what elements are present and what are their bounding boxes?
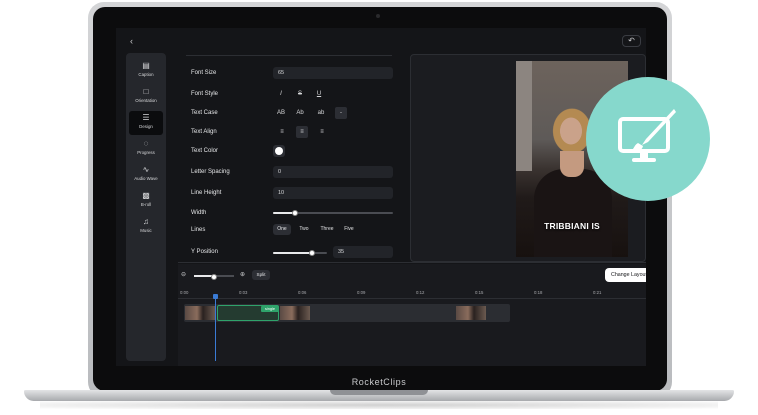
sidebar-item-label: Progress: [137, 150, 155, 155]
person-shirt: [534, 169, 612, 257]
strikethrough-icon[interactable]: S: [294, 88, 306, 100]
broll-icon: ▩: [142, 191, 150, 200]
sidebar-item-progress[interactable]: ◌ Progress: [129, 137, 163, 161]
playhead-handle[interactable]: [213, 294, 218, 299]
camera-dot: [376, 14, 380, 18]
laptop-brand-label: RocketClips: [351, 377, 407, 387]
panel-divider: [186, 55, 392, 56]
text-color-swatch[interactable]: [273, 145, 285, 157]
sidebar-item-orientation[interactable]: □ Orientation: [129, 85, 163, 109]
time-tick: 0:15: [475, 290, 484, 295]
font-style-label: Font Style: [191, 91, 219, 97]
sidebar-item-label: B-roll: [140, 202, 152, 207]
width-slider-handle[interactable]: [291, 210, 298, 216]
sidebar-item-design[interactable]: ☰ Design: [129, 111, 163, 135]
align-center-icon[interactable]: ≡: [296, 126, 308, 138]
sidebar: ▤ Caption □ Orientation ☰ Design ◌ Progr…: [126, 53, 166, 361]
align-right-icon[interactable]: ≡: [316, 126, 328, 138]
line-height-input[interactable]: 10: [273, 187, 393, 199]
time-tick: 0:00: [180, 290, 189, 295]
letter-spacing-label: Letter Spacing: [191, 169, 230, 175]
width-label: Width: [191, 210, 207, 216]
laptop-notch: [330, 390, 428, 395]
font-size-label: Font Size: [191, 70, 217, 76]
caption-icon: ▤: [142, 61, 150, 70]
sidebar-item-caption[interactable]: ▤ Caption: [129, 59, 163, 83]
sidebar-item-label: Audio Wave: [134, 176, 158, 181]
progress-icon: ◌: [143, 139, 149, 148]
time-tick: 0:12: [416, 290, 425, 295]
time-tick: 0:09: [357, 290, 366, 295]
lines-option-five[interactable]: Five: [340, 224, 358, 235]
text-color-label: Text Color: [191, 148, 219, 154]
ruler-baseline: [178, 298, 646, 299]
y-position-label: Y Position: [191, 249, 218, 255]
lines-option-one[interactable]: One: [273, 224, 291, 235]
music-icon: ♫: [143, 217, 149, 226]
split-button[interactable]: Split: [252, 270, 270, 280]
titlecase-option[interactable]: Ab: [294, 107, 306, 119]
undo-button[interactable]: ↶: [622, 35, 641, 47]
line-height-label: Line Height: [191, 190, 222, 196]
sidebar-item-label: Music: [140, 228, 152, 233]
y-position-slider-fill: [273, 252, 312, 254]
time-tick: 0:21: [593, 290, 602, 295]
time-tick: 0:18: [534, 290, 543, 295]
sliders-icon: ☰: [142, 113, 150, 122]
italic-icon[interactable]: I: [275, 88, 287, 100]
zoom-out-icon[interactable]: ⊖: [181, 271, 189, 279]
uppercase-option[interactable]: AB: [275, 107, 287, 119]
sidebar-item-broll[interactable]: ▩ B-roll: [129, 189, 163, 213]
align-left-icon[interactable]: ≡: [276, 126, 288, 138]
font-size-input[interactable]: 65: [273, 67, 393, 79]
zoom-in-icon[interactable]: ⊕: [240, 271, 248, 279]
background-wall: [516, 61, 532, 171]
no-case-option[interactable]: -: [335, 107, 347, 119]
caption-overlay[interactable]: TRIBBIANI IS: [516, 221, 628, 231]
zoom-slider-handle[interactable]: [211, 274, 217, 280]
design-monitor-brush-icon: [618, 109, 676, 162]
sidebar-item-label: Caption: [138, 72, 154, 77]
sidebar-item-audio-wave[interactable]: ∿ Audio Wave: [129, 163, 163, 187]
underline-icon[interactable]: U: [313, 88, 325, 100]
person-neck: [560, 151, 584, 177]
clip-thumbnail[interactable]: [185, 306, 215, 320]
clip-thumbnail[interactable]: [280, 306, 310, 320]
audio-wave-icon: ∿: [142, 165, 150, 174]
sidebar-item-music[interactable]: ♫ Music: [129, 215, 163, 239]
y-position-input[interactable]: 35: [333, 246, 393, 258]
text-case-label: Text Case: [191, 110, 218, 116]
y-position-slider-handle[interactable]: [308, 250, 315, 256]
letter-spacing-input[interactable]: 0: [273, 166, 393, 178]
design-badge: [586, 77, 710, 201]
time-tick: 0:06: [298, 290, 307, 295]
timeline-divider: [178, 262, 646, 263]
change-layout-button[interactable]: Change Layout: [605, 268, 646, 282]
lines-option-two[interactable]: Two: [295, 224, 313, 235]
lines-label: Lines: [191, 227, 206, 233]
sidebar-item-label: Orientation: [135, 98, 157, 103]
lowercase-option[interactable]: ab: [315, 107, 327, 119]
y-position-slider[interactable]: [273, 250, 327, 256]
orientation-icon: □: [143, 87, 149, 96]
back-arrow-icon[interactable]: ‹: [130, 36, 140, 46]
playhead[interactable]: [215, 296, 216, 361]
laptop-shadow: [40, 401, 718, 409]
text-align-label: Text Align: [191, 129, 217, 135]
clip-thumbnail[interactable]: [456, 306, 486, 320]
app-screen: ‹ ↶ ▤ Caption □ Orientation ☰ Design ◌ P…: [116, 28, 646, 366]
color-dot: [275, 147, 283, 155]
sidebar-item-label: Design: [139, 124, 153, 129]
time-tick: 0:03: [239, 290, 248, 295]
width-slider[interactable]: [273, 210, 393, 216]
clip-tag: single: [261, 306, 279, 312]
zoom-slider[interactable]: [194, 274, 234, 280]
lines-option-three[interactable]: Three: [317, 224, 337, 235]
